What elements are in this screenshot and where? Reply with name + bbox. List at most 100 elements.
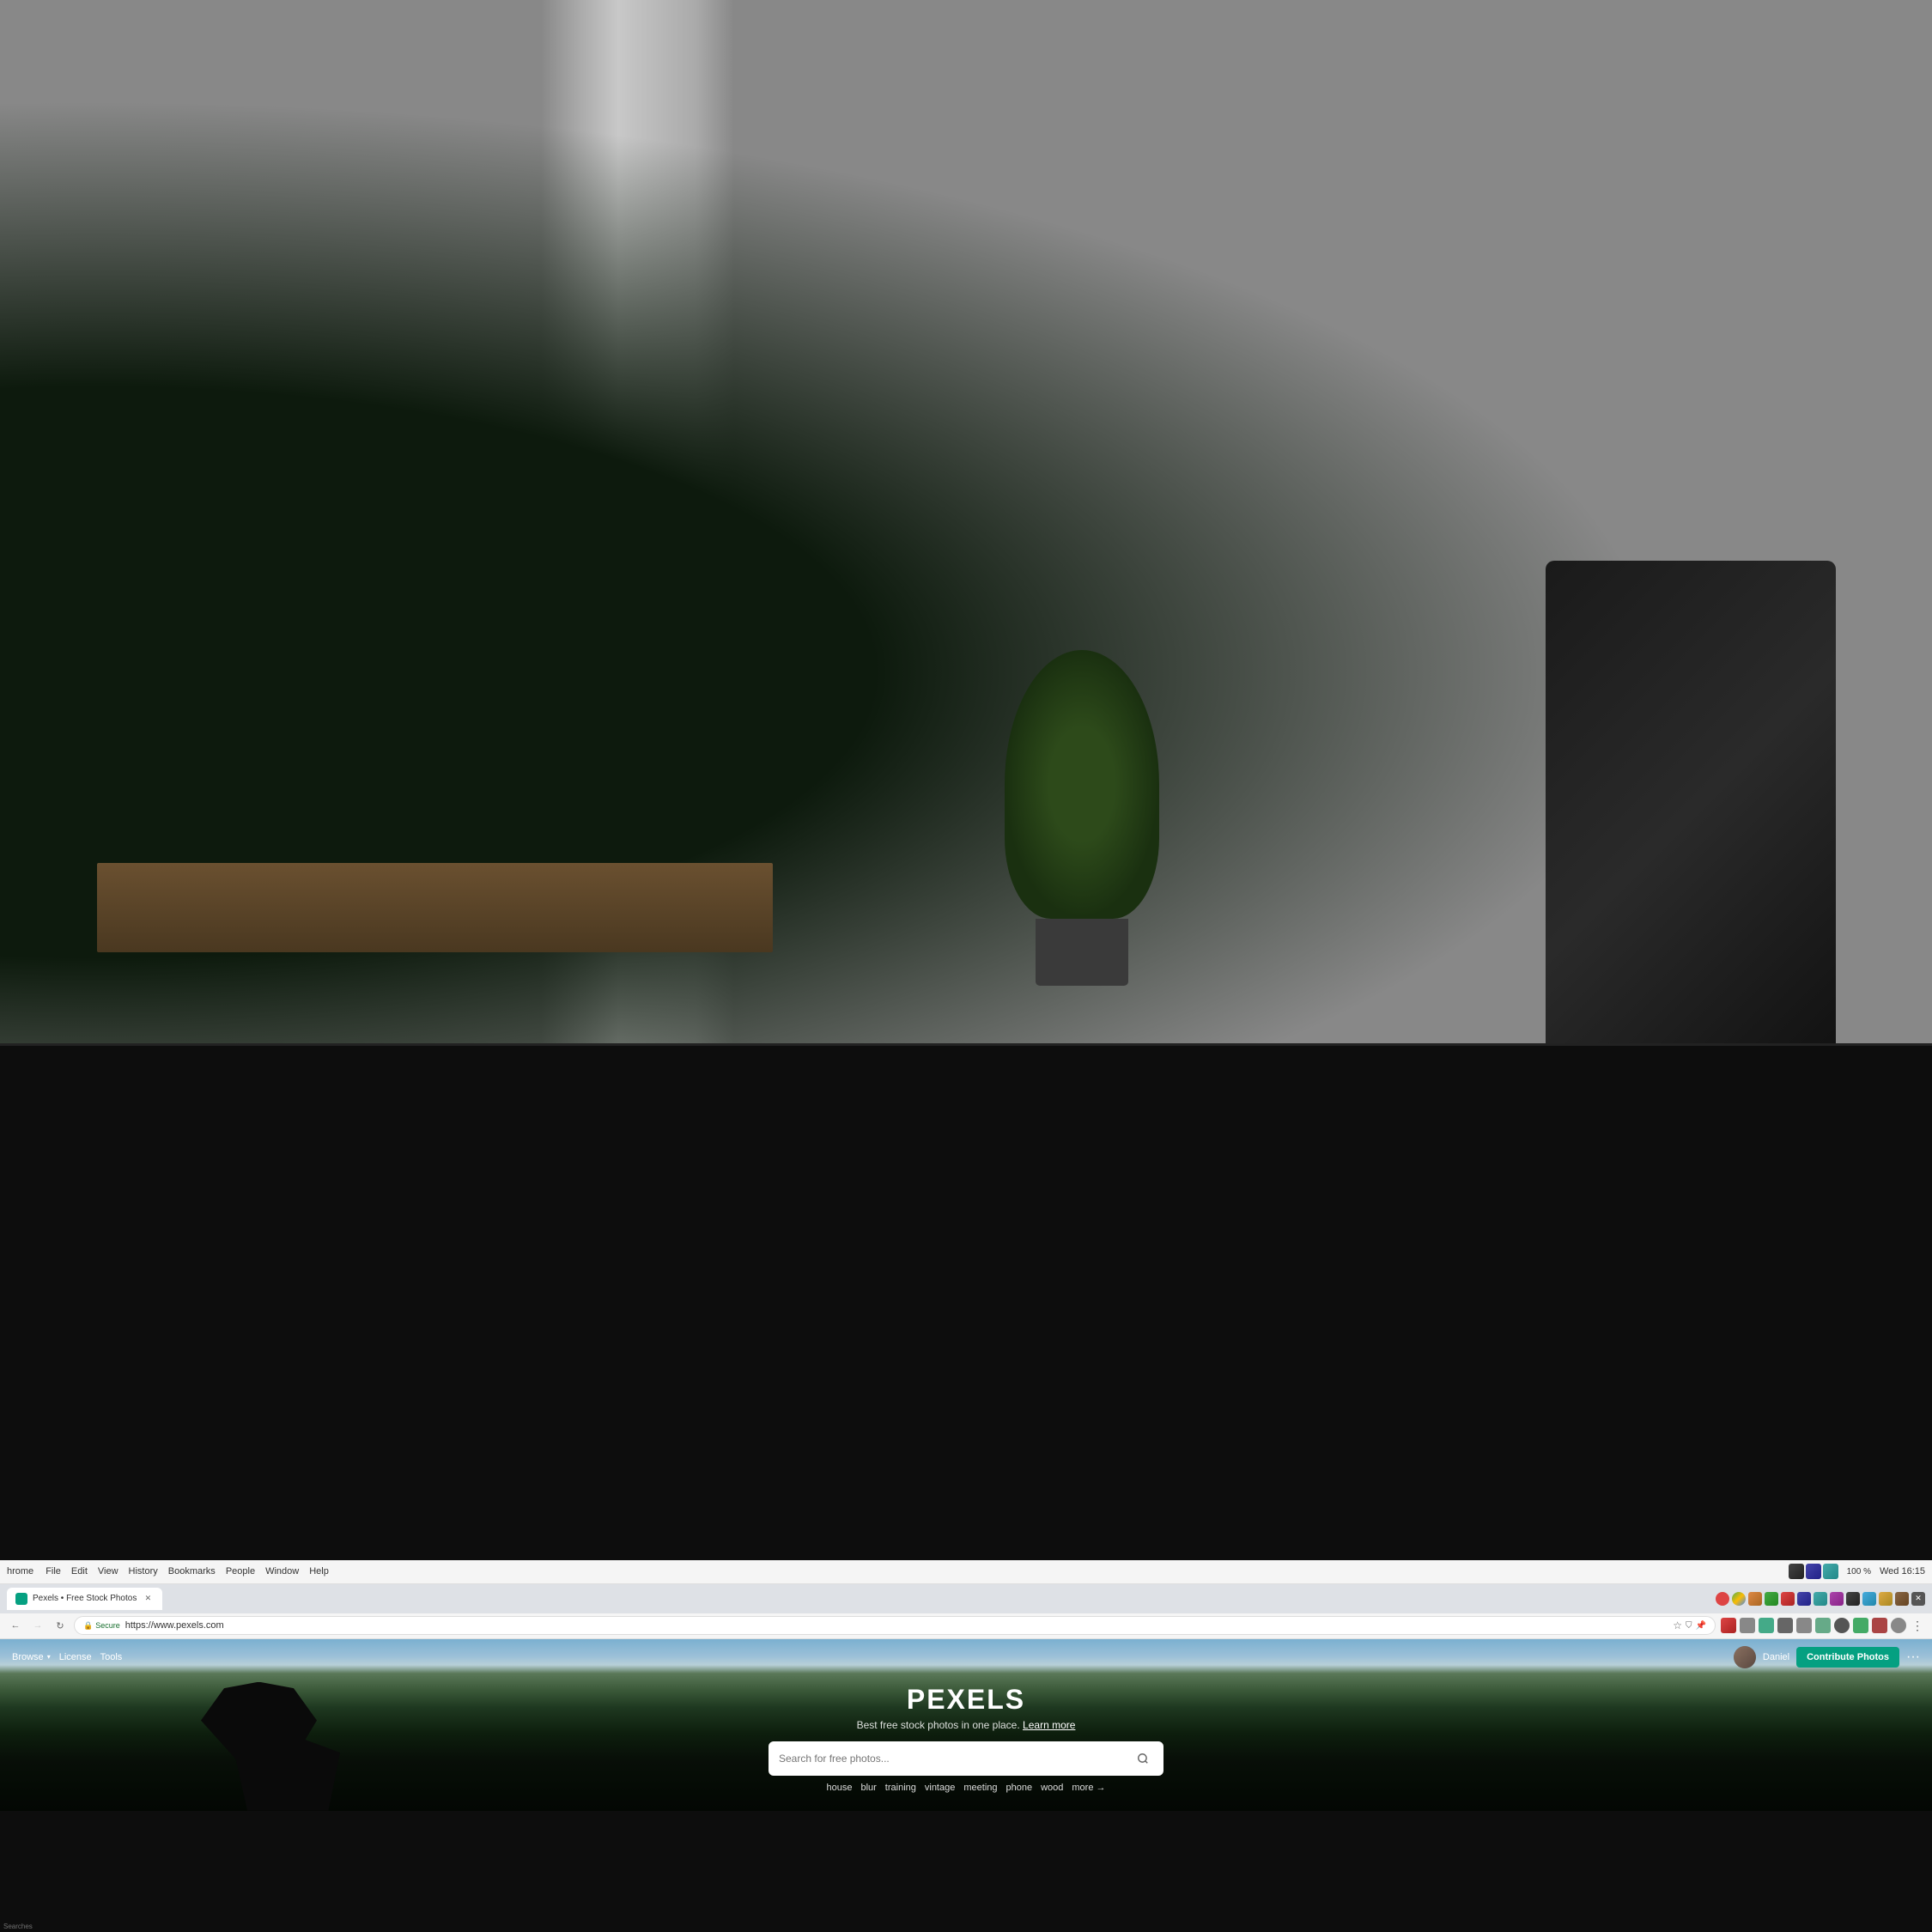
more-suggestions[interactable]: more → xyxy=(1072,1783,1105,1793)
browser-wrapper: hrome File Edit View History Bookmarks P… xyxy=(0,1560,1932,1932)
suggestion-training[interactable]: training xyxy=(885,1783,916,1793)
plant-pot xyxy=(1036,919,1128,986)
ext-6[interactable] xyxy=(1797,1592,1811,1606)
back-button[interactable]: ← xyxy=(7,1617,24,1634)
suggestion-phone[interactable]: phone xyxy=(1006,1783,1033,1793)
pexels-nav-left: Browse ▾ License Tools xyxy=(12,1652,122,1662)
avatar-image xyxy=(1734,1646,1756,1668)
reload-button[interactable]: ↻ xyxy=(52,1617,69,1634)
chrome-settings-icon[interactable]: ⋮ xyxy=(1910,1619,1925,1633)
menu-people[interactable]: People xyxy=(226,1566,255,1577)
suggestion-wood[interactable]: wood xyxy=(1041,1783,1063,1793)
ext-right-6[interactable] xyxy=(1815,1618,1831,1633)
battery-indicator: 100 % xyxy=(1847,1567,1871,1577)
menu-help[interactable]: Help xyxy=(309,1566,329,1577)
tab-favicon xyxy=(15,1593,27,1605)
ext-right-7[interactable] xyxy=(1834,1618,1850,1633)
ext-3[interactable] xyxy=(1748,1592,1762,1606)
browser-right-icons: ⋮ xyxy=(1721,1618,1925,1633)
pexels-website: Browse ▾ License Tools Daniel Contribute… xyxy=(0,1639,1932,1811)
ext-gmail[interactable] xyxy=(1716,1592,1729,1606)
address-input[interactable]: 🔒 Secure https://www.pexels.com ☆ ⛉ 📌 xyxy=(74,1616,1716,1635)
pexels-search-bar[interactable] xyxy=(769,1741,1163,1776)
suggestion-house[interactable]: house xyxy=(826,1783,852,1793)
lock-icon: 🔒 xyxy=(83,1621,93,1631)
menu-file[interactable]: File xyxy=(46,1566,61,1577)
pexels-title: PEXELS xyxy=(17,1684,1915,1716)
url-text[interactable]: https://www.pexels.com xyxy=(125,1620,224,1631)
tab-label: Pexels • Free Stock Photos xyxy=(33,1594,137,1603)
menu-edit[interactable]: Edit xyxy=(71,1566,88,1577)
ext-5[interactable] xyxy=(1781,1592,1795,1606)
desk xyxy=(97,863,774,952)
ext-9[interactable] xyxy=(1846,1592,1860,1606)
chrome-menu-items: File Edit View History Bookmarks People … xyxy=(46,1566,329,1577)
tray-icon-2 xyxy=(1806,1564,1821,1579)
address-right-icons: ☆ ⛉ 📌 xyxy=(1673,1619,1706,1631)
ext-10[interactable] xyxy=(1862,1592,1876,1606)
search-input[interactable] xyxy=(779,1753,1126,1765)
ext-right-5[interactable] xyxy=(1796,1618,1812,1633)
ext-right-4[interactable] xyxy=(1777,1618,1793,1633)
ext-close-tab[interactable]: ✕ xyxy=(1911,1592,1925,1606)
menu-view[interactable]: View xyxy=(98,1566,118,1577)
ext-8[interactable] xyxy=(1830,1592,1844,1606)
ext-right-2[interactable] xyxy=(1740,1618,1755,1633)
shield-icon: ⛉ xyxy=(1686,1621,1692,1631)
ext-right-10[interactable] xyxy=(1891,1618,1906,1633)
tray-icon-3 xyxy=(1823,1564,1838,1579)
chrome-right-controls: 100 % Wed 16:15 xyxy=(1789,1564,1925,1579)
tab-close-button[interactable]: ✕ xyxy=(142,1593,154,1605)
pexels-subtitle: Best free stock photos in one place. Lea… xyxy=(17,1719,1915,1731)
office-photo xyxy=(0,0,1932,1121)
ext-12[interactable] xyxy=(1895,1592,1909,1606)
ext-right-3[interactable] xyxy=(1759,1618,1774,1633)
pexels-nav: Browse ▾ License Tools Daniel Contribute… xyxy=(0,1639,1932,1675)
ext-drive[interactable] xyxy=(1732,1592,1746,1606)
active-tab[interactable]: Pexels • Free Stock Photos ✕ xyxy=(7,1588,162,1610)
browse-button[interactable]: Browse ▾ xyxy=(12,1652,51,1662)
plant xyxy=(1005,650,1159,987)
bottom-label: Searches xyxy=(3,1923,33,1930)
ext-4[interactable] xyxy=(1765,1592,1778,1606)
system-tray-icons xyxy=(1789,1564,1838,1579)
tools-button[interactable]: Tools xyxy=(100,1652,123,1662)
chrome-os-bar: hrome File Edit View History Bookmarks P… xyxy=(0,1560,1932,1584)
suggestion-meeting[interactable]: meeting xyxy=(963,1783,997,1793)
ext-right-9[interactable] xyxy=(1872,1618,1887,1633)
ext-right-1[interactable] xyxy=(1721,1618,1736,1633)
learn-more-link[interactable]: Learn more xyxy=(1023,1719,1075,1731)
pin-icon: 📌 xyxy=(1696,1621,1706,1631)
menu-bookmarks[interactable]: Bookmarks xyxy=(168,1566,216,1577)
user-name[interactable]: Daniel xyxy=(1763,1652,1789,1662)
suggestion-blur[interactable]: blur xyxy=(860,1783,876,1793)
plant-leaves xyxy=(1005,650,1159,919)
user-avatar[interactable] xyxy=(1734,1646,1756,1668)
secure-label: Secure xyxy=(95,1621,120,1630)
pexels-hero-content: PEXELS Best free stock photos in one pla… xyxy=(0,1675,1932,1801)
chair xyxy=(1546,561,1836,1065)
secure-badge: 🔒 Secure xyxy=(83,1621,120,1631)
search-icon[interactable] xyxy=(1133,1748,1153,1769)
suggestion-vintage[interactable]: vintage xyxy=(925,1783,955,1793)
pexels-suggestions: house blur training vintage meeting phon… xyxy=(17,1783,1915,1793)
tab-bar: Pexels • Free Stock Photos ✕ ✕ xyxy=(0,1584,1932,1613)
ext-11[interactable] xyxy=(1879,1592,1893,1606)
extension-icons: ✕ xyxy=(1716,1592,1925,1606)
license-button[interactable]: License xyxy=(59,1652,92,1662)
menu-history[interactable]: History xyxy=(129,1566,158,1577)
forward-button[interactable]: → xyxy=(29,1617,46,1634)
bookmark-icon[interactable]: ☆ xyxy=(1673,1619,1682,1631)
monitor-area: hrome File Edit View History Bookmarks P… xyxy=(0,1043,1932,1932)
more-options-button[interactable]: ··· xyxy=(1906,1649,1920,1665)
subtitle-text: Best free stock photos in one place. xyxy=(857,1719,1020,1731)
browse-label: Browse xyxy=(12,1652,44,1662)
pexels-nav-right: Daniel Contribute Photos ··· xyxy=(1734,1646,1920,1668)
clock: Wed 16:15 xyxy=(1880,1566,1925,1577)
chrome-app-name: hrome xyxy=(7,1566,33,1577)
address-bar: ← → ↻ 🔒 Secure https://www.pexels.com ☆ … xyxy=(0,1613,1932,1639)
ext-right-8[interactable] xyxy=(1853,1618,1868,1633)
contribute-photos-button[interactable]: Contribute Photos xyxy=(1796,1647,1899,1668)
menu-window[interactable]: Window xyxy=(265,1566,299,1577)
ext-7[interactable] xyxy=(1814,1592,1827,1606)
